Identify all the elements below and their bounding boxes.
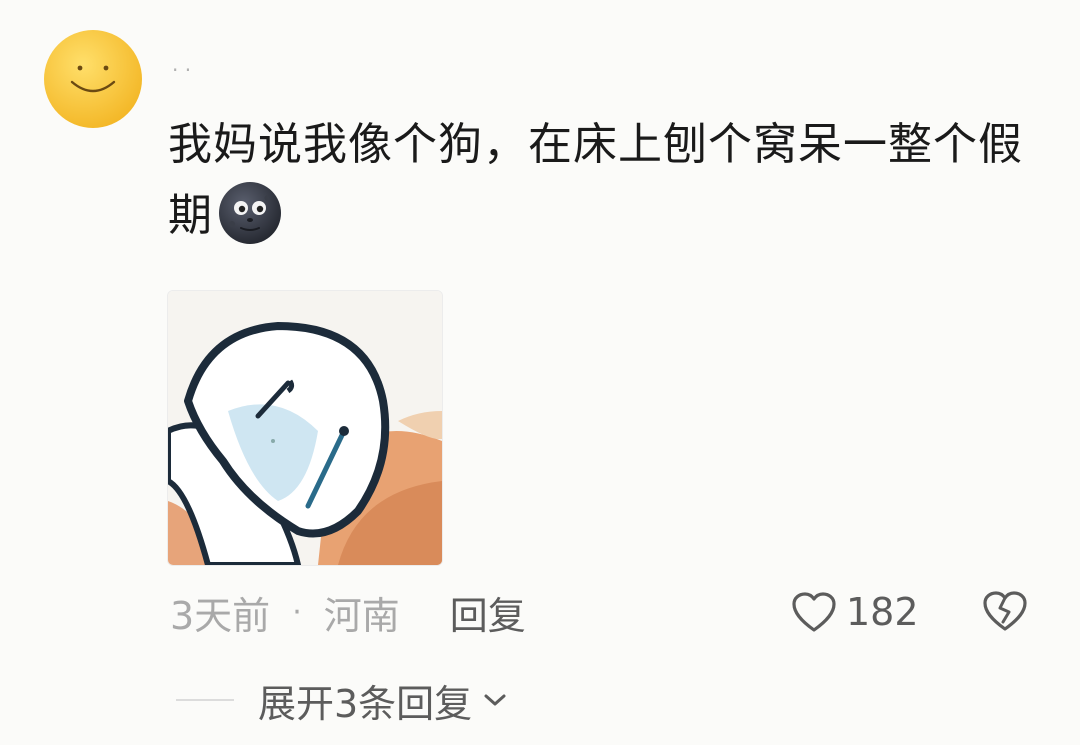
like-button[interactable]: 182	[790, 586, 919, 638]
comment-meta: 3天前 · 河南 回复	[170, 586, 526, 638]
broken-heart-icon[interactable]	[982, 588, 1028, 634]
expand-replies-button[interactable]: 展开3条回复	[176, 674, 508, 726]
expand-replies-label: 展开3条回复	[258, 681, 473, 726]
heart-outline-icon	[792, 592, 836, 632]
comment-location: 河南	[323, 593, 400, 638]
meta-separator: ·	[292, 594, 302, 630]
new-moon-face-icon	[219, 182, 281, 244]
user-avatar[interactable]	[44, 30, 142, 128]
comment-text-content: 我妈说我像个狗，在床上刨个窝呆一整个假期	[168, 119, 1023, 241]
reply-button[interactable]: 回复	[450, 585, 526, 640]
divider-line	[176, 699, 234, 701]
sticker-image[interactable]	[167, 290, 443, 566]
username[interactable]: · ·	[172, 58, 191, 84]
comment-text: 我妈说我像个狗，在床上刨个窝呆一整个假期	[168, 110, 1028, 251]
comment-item: · · 我妈说我像个狗，在床上刨个窝呆一整个假期 3天前 · 河南 回复 182…	[0, 0, 1080, 745]
chevron-down-icon	[484, 694, 506, 706]
comment-time: 3天前	[170, 593, 271, 638]
like-count: 182	[846, 590, 919, 634]
